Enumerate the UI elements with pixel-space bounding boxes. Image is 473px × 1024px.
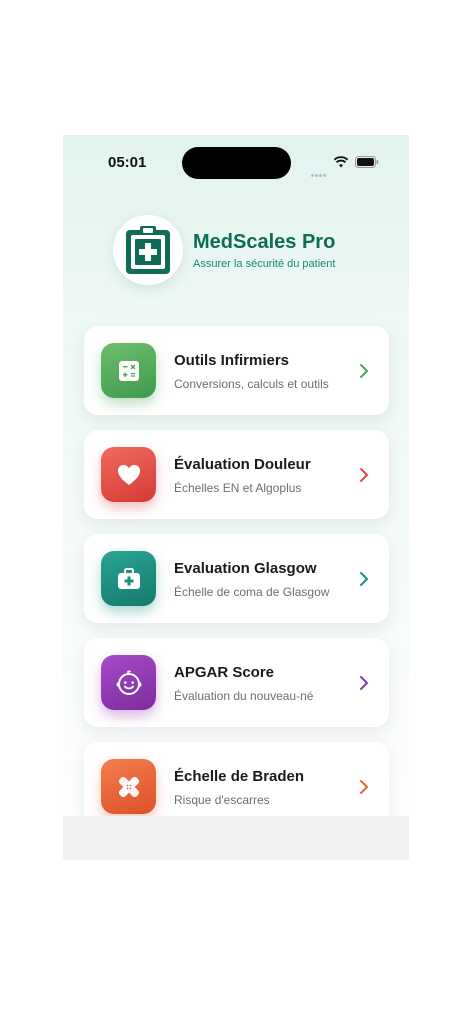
card-description: Évaluation du nouveau-né: [174, 689, 314, 703]
card-description: Conversions, calculs et outils: [174, 377, 329, 391]
card-description: Échelle de coma de Glasgow: [174, 585, 330, 599]
card-title: Évaluation Douleur: [174, 456, 311, 473]
calculator-icon: [101, 343, 156, 398]
clipboard-plus-icon: [126, 226, 170, 274]
dynamic-island: [182, 147, 291, 179]
app-subtitle: Assurer la sécurité du patient: [193, 258, 336, 270]
card-description: Échelles EN et Algoplus: [174, 481, 302, 495]
chevron-right-icon: [360, 572, 368, 586]
chevron-right-icon: [360, 468, 368, 482]
chevron-right-icon: [360, 676, 368, 690]
chevron-right-icon: [360, 780, 368, 794]
app-title: MedScales Pro: [193, 231, 336, 253]
card-title: Échelle de Braden: [174, 768, 305, 785]
status-time: 05:01: [108, 154, 147, 171]
bandage-icon: [101, 759, 156, 814]
bottom-bar: [63, 816, 409, 860]
app-header: MedScales Pro Assurer la sécurité du pat…: [113, 215, 373, 287]
card-apgar-score[interactable]: APGAR Score Évaluation du nouveau-né: [84, 638, 389, 727]
status-bar: 05:01: [63, 135, 409, 191]
card-title: Evaluation Glasgow: [174, 560, 317, 577]
card-evaluation-glasgow[interactable]: Evaluation Glasgow Échelle de coma de Gl…: [84, 534, 389, 623]
wifi-icon: [334, 156, 348, 168]
app-logo: [113, 215, 183, 285]
card-evaluation-douleur[interactable]: Évaluation Douleur Échelles EN et Algopl…: [84, 430, 389, 519]
card-title: APGAR Score: [174, 664, 275, 681]
baby-face-icon: [101, 655, 156, 710]
chevron-right-icon: [360, 364, 368, 378]
heart-icon: [101, 447, 156, 502]
card-outils-infirmiers[interactable]: Outils Infirmiers Conversions, calculs e…: [84, 326, 389, 415]
battery-icon: [355, 156, 379, 168]
app-screen: 05:01 MedScales Pro Assurer la sécurité …: [63, 135, 409, 860]
card-description: Risque d'escarres: [174, 793, 270, 807]
card-title: Outils Infirmiers: [174, 352, 290, 369]
medical-kit-icon: [101, 551, 156, 606]
cellular-signal-icon: [311, 164, 329, 177]
